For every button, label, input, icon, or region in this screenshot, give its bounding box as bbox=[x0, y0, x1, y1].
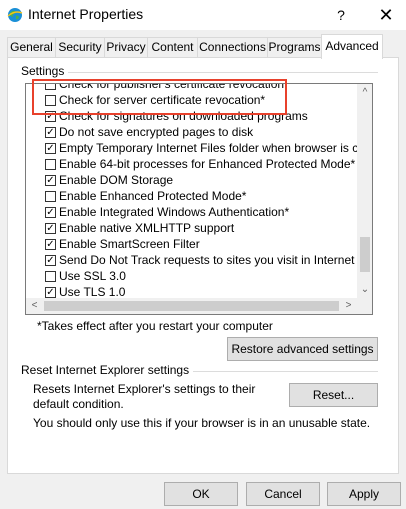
tab-connections[interactable]: Connections bbox=[197, 37, 268, 58]
checkbox-checked-icon[interactable]: ✓ bbox=[45, 287, 56, 298]
settings-group-label: Settings bbox=[21, 64, 69, 78]
settings-list-item[interactable]: ✓ Enable native XMLHTTP support bbox=[26, 220, 357, 236]
horizontal-scroll-thumb[interactable] bbox=[44, 301, 339, 311]
scroll-up-icon[interactable]: ^ bbox=[357, 84, 372, 101]
checkbox-checked-icon[interactable]: ✓ bbox=[45, 223, 56, 234]
horizontal-scrollbar[interactable]: < > bbox=[26, 298, 357, 314]
ok-button[interactable]: OK bbox=[164, 482, 238, 506]
settings-list-item[interactable]: Enable 64-bit processes for Enhanced Pro… bbox=[26, 156, 357, 172]
settings-item-label: Do not save encrypted pages to disk bbox=[59, 125, 254, 139]
settings-item-label: Enable 64-bit processes for Enhanced Pro… bbox=[59, 157, 356, 171]
settings-item-label: Empty Temporary Internet Files folder wh… bbox=[59, 141, 373, 155]
settings-list-item[interactable]: ✓ Do not save encrypted pages to disk bbox=[26, 124, 357, 140]
scroll-right-icon[interactable]: > bbox=[340, 298, 357, 314]
tab-general[interactable]: General bbox=[7, 37, 56, 58]
tab-advanced[interactable]: Advanced bbox=[321, 34, 383, 59]
tab-programs[interactable]: Programs bbox=[267, 37, 322, 58]
checkbox-checked-icon[interactable]: ✓ bbox=[45, 175, 56, 186]
advanced-settings-list[interactable]: Check for publisher's certificate revoca… bbox=[25, 83, 373, 315]
vertical-scrollbar[interactable]: ^ ⌄ bbox=[357, 84, 372, 298]
settings-group-border bbox=[22, 72, 378, 73]
settings-list-item[interactable]: ✓ Enable SmartScreen Filter bbox=[26, 236, 357, 252]
reset-group-label: Reset Internet Explorer settings bbox=[21, 363, 194, 377]
checkbox-unchecked-icon[interactable] bbox=[45, 271, 56, 282]
close-button[interactable]: ✕ bbox=[366, 0, 406, 30]
settings-item-label: Send Do Not Track requests to sites you … bbox=[59, 253, 373, 267]
settings-item-label: Enable SmartScreen Filter bbox=[59, 237, 200, 251]
help-button[interactable]: ? bbox=[324, 0, 358, 30]
restore-advanced-settings-button[interactable]: Restore advanced settings bbox=[227, 337, 378, 361]
reset-warning: You should only use this if your browser… bbox=[33, 416, 371, 430]
settings-list-item[interactable]: ✓ Enable Integrated Windows Authenticatio… bbox=[26, 204, 357, 220]
scroll-down-icon[interactable]: ⌄ bbox=[357, 281, 372, 298]
scroll-left-icon[interactable]: < bbox=[26, 298, 43, 314]
checkbox-checked-icon[interactable]: ✓ bbox=[45, 207, 56, 218]
annotation-highlight-box bbox=[32, 79, 287, 115]
settings-list-item[interactable]: ✓ Enable DOM Storage bbox=[26, 172, 357, 188]
settings-item-label: Enable Enhanced Protected Mode* bbox=[59, 189, 247, 203]
vertical-scroll-thumb[interactable] bbox=[360, 237, 370, 272]
settings-item-label: Enable native XMLHTTP support bbox=[59, 221, 235, 235]
internet-globe-icon bbox=[7, 8, 23, 22]
window-title: Internet Properties bbox=[28, 6, 144, 22]
checkbox-checked-icon[interactable]: ✓ bbox=[45, 127, 56, 138]
settings-item-label: Enable DOM Storage bbox=[59, 173, 174, 187]
checkbox-checked-icon[interactable]: ✓ bbox=[45, 239, 56, 250]
settings-list-item[interactable]: Enable Enhanced Protected Mode* bbox=[26, 188, 357, 204]
tab-security[interactable]: Security bbox=[55, 37, 105, 58]
checkbox-unchecked-icon[interactable] bbox=[45, 191, 56, 202]
apply-button[interactable]: Apply bbox=[327, 482, 401, 506]
settings-item-label: Use SSL 3.0 bbox=[59, 269, 126, 283]
checkbox-unchecked-icon[interactable] bbox=[45, 159, 56, 170]
tab-privacy[interactable]: Privacy bbox=[104, 37, 148, 58]
scrollbar-corner bbox=[357, 298, 372, 314]
cancel-button[interactable]: Cancel bbox=[246, 482, 320, 506]
reset-button[interactable]: Reset... bbox=[289, 383, 378, 407]
settings-list-item[interactable]: ✓ Send Do Not Track requests to sites you… bbox=[26, 252, 372, 268]
tab-content[interactable]: Content bbox=[147, 37, 198, 58]
settings-list-item[interactable]: Use SSL 3.0 bbox=[26, 268, 357, 284]
settings-list-item[interactable]: ✓ Empty Temporary Internet Files folder w… bbox=[26, 140, 372, 156]
title-bar: Internet Properties ? ✕ bbox=[0, 0, 406, 30]
settings-item-label: Enable Integrated Windows Authentication… bbox=[59, 205, 290, 219]
reset-description: Resets Internet Explorer's settings to t… bbox=[33, 382, 256, 411]
checkbox-checked-icon[interactable]: ✓ bbox=[45, 143, 56, 154]
checkbox-checked-icon[interactable]: ✓ bbox=[45, 255, 56, 266]
restart-note: *Takes effect after you restart your com… bbox=[37, 319, 273, 333]
settings-list-items: Check for publisher's certificate revoca… bbox=[26, 84, 372, 314]
